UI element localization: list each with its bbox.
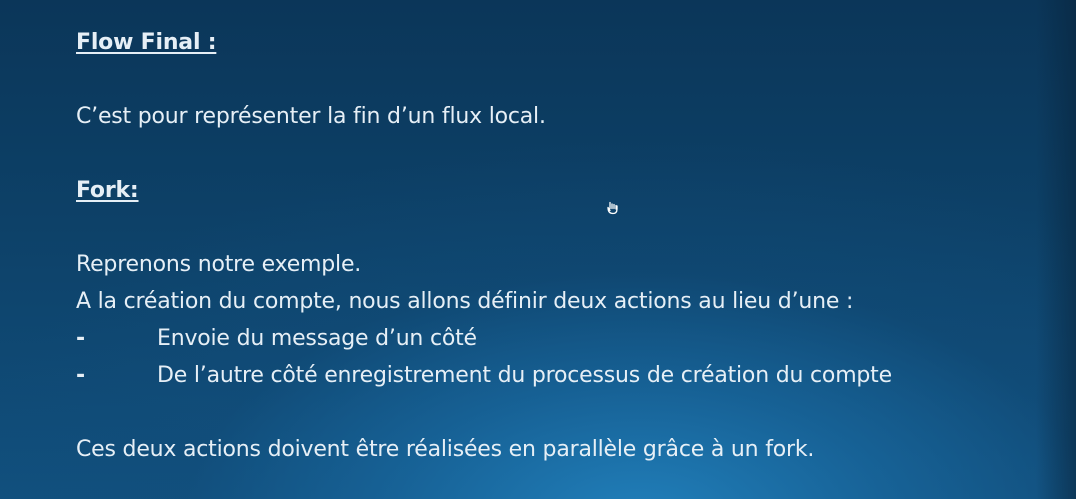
- bullet-item: - De l’autre côté enregistrement du proc…: [76, 357, 1036, 394]
- flow-final-description: C’est pour représenter la fin d’un flux …: [76, 104, 546, 129]
- bullet-dash: -: [76, 363, 85, 388]
- bullet-item: - Envoie du message d’un côté: [76, 320, 1036, 357]
- bullet-dash: -: [76, 326, 85, 351]
- fork-detail-text: A la création du compte, nous allons déf…: [76, 289, 854, 314]
- slide-text-content: Flow Final : C’est pour représenter la f…: [76, 24, 1036, 468]
- bullet-text: De l’autre côté enregistrement du proces…: [157, 363, 892, 388]
- hand-pointer-icon: [607, 201, 618, 215]
- slide-edge-shade: [1036, 0, 1076, 499]
- fork-intro-text: Reprenons notre exemple.: [76, 252, 362, 277]
- heading-fork: Fork:: [76, 178, 139, 203]
- heading-flow-final: Flow Final :: [76, 30, 217, 55]
- bullet-text: Envoie du message d’un côté: [157, 326, 477, 351]
- conclusion-text: Ces deux actions doivent être réalisées …: [76, 437, 815, 462]
- presentation-slide: Flow Final : C’est pour représenter la f…: [0, 0, 1076, 499]
